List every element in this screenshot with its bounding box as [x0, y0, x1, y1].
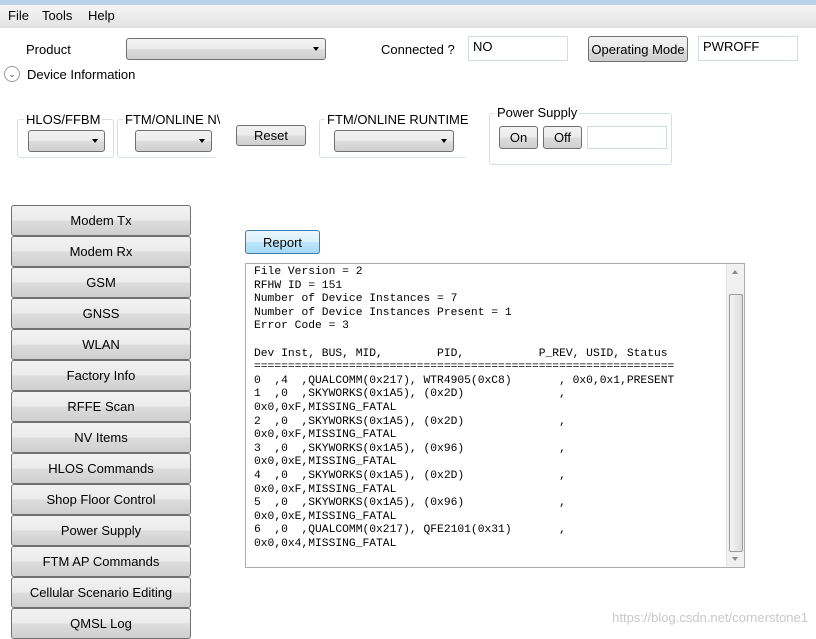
- scroll-down-icon[interactable]: [732, 557, 738, 561]
- chevron-down-icon: [92, 139, 98, 143]
- sidebar-item-power-supply[interactable]: Power Supply: [11, 515, 191, 546]
- product-label: Product: [26, 42, 71, 57]
- sidebar-item-qmsl-log[interactable]: QMSL Log: [11, 608, 191, 639]
- menu-help[interactable]: Help: [88, 8, 115, 23]
- sidebar-item-rffe-scan[interactable]: RFFE Scan: [11, 391, 191, 422]
- sidebar-item-cellular-scenario-editing[interactable]: Cellular Scenario Editing: [11, 577, 191, 608]
- sidebar-item-hlos-commands[interactable]: HLOS Commands: [11, 453, 191, 484]
- device-information-label[interactable]: Device Information: [27, 67, 135, 82]
- sidebar-item-gnss[interactable]: GNSS: [11, 298, 191, 329]
- scroll-thumb[interactable]: [729, 294, 743, 552]
- chevron-down-icon: [441, 139, 447, 143]
- expand-chevron-icon[interactable]: ⌄: [4, 66, 20, 82]
- ftm-runtime-label: FTM/ONLINE RUNTIME: [325, 112, 471, 127]
- scroll-up-icon[interactable]: [732, 270, 738, 274]
- sidebar-item-modem-rx[interactable]: Modem Rx: [11, 236, 191, 267]
- power-supply-label: Power Supply: [495, 105, 580, 120]
- reset-button[interactable]: Reset: [236, 125, 306, 146]
- chevron-down-icon: [199, 139, 205, 143]
- menu-tools[interactable]: Tools: [42, 8, 72, 23]
- sidebar-item-ftm-ap-commands[interactable]: FTM AP Commands: [11, 546, 191, 577]
- report-output[interactable]: File Version = 2 RFHW ID = 151 Number of…: [245, 263, 745, 568]
- sidebar-item-gsm[interactable]: GSM: [11, 267, 191, 298]
- sidebar-item-modem-tx[interactable]: Modem Tx: [11, 205, 191, 236]
- ftm-online-nv-dropdown[interactable]: [135, 130, 212, 152]
- ftm-runtime-dropdown[interactable]: [334, 130, 454, 152]
- product-dropdown[interactable]: [126, 38, 326, 60]
- sidebar-item-nv-items[interactable]: NV Items: [11, 422, 191, 453]
- power-off-button[interactable]: Off: [543, 126, 582, 149]
- hlos-label: HLOS/FFBM: [24, 112, 103, 127]
- sidebar-item-shop-floor-control[interactable]: Shop Floor Control: [11, 484, 191, 515]
- power-on-button[interactable]: On: [499, 126, 538, 149]
- menu-file[interactable]: File: [8, 8, 29, 23]
- sidebar-item-factory-info[interactable]: Factory Info: [11, 360, 191, 391]
- ftm-online-nv-label: FTM/ONLINE N\: [123, 112, 220, 127]
- report-text: File Version = 2 RFHW ID = 151 Number of…: [254, 266, 675, 550]
- power-value-field[interactable]: [587, 126, 667, 149]
- connected-label: Connected ?: [381, 42, 455, 57]
- operating-mode-field: PWROFF: [698, 36, 798, 61]
- connected-field: NO: [468, 36, 568, 61]
- sidebar-item-wlan[interactable]: WLAN: [11, 329, 191, 360]
- report-button[interactable]: Report: [245, 230, 320, 254]
- watermark: https://blog.csdn.net/cornerstone1: [612, 610, 808, 625]
- chevron-down-icon: [313, 47, 319, 51]
- hlos-dropdown[interactable]: [28, 130, 105, 152]
- operating-mode-button[interactable]: Operating Mode: [588, 36, 688, 62]
- menu-bar: File Tools Help: [0, 5, 816, 28]
- vertical-scrollbar[interactable]: [726, 264, 744, 567]
